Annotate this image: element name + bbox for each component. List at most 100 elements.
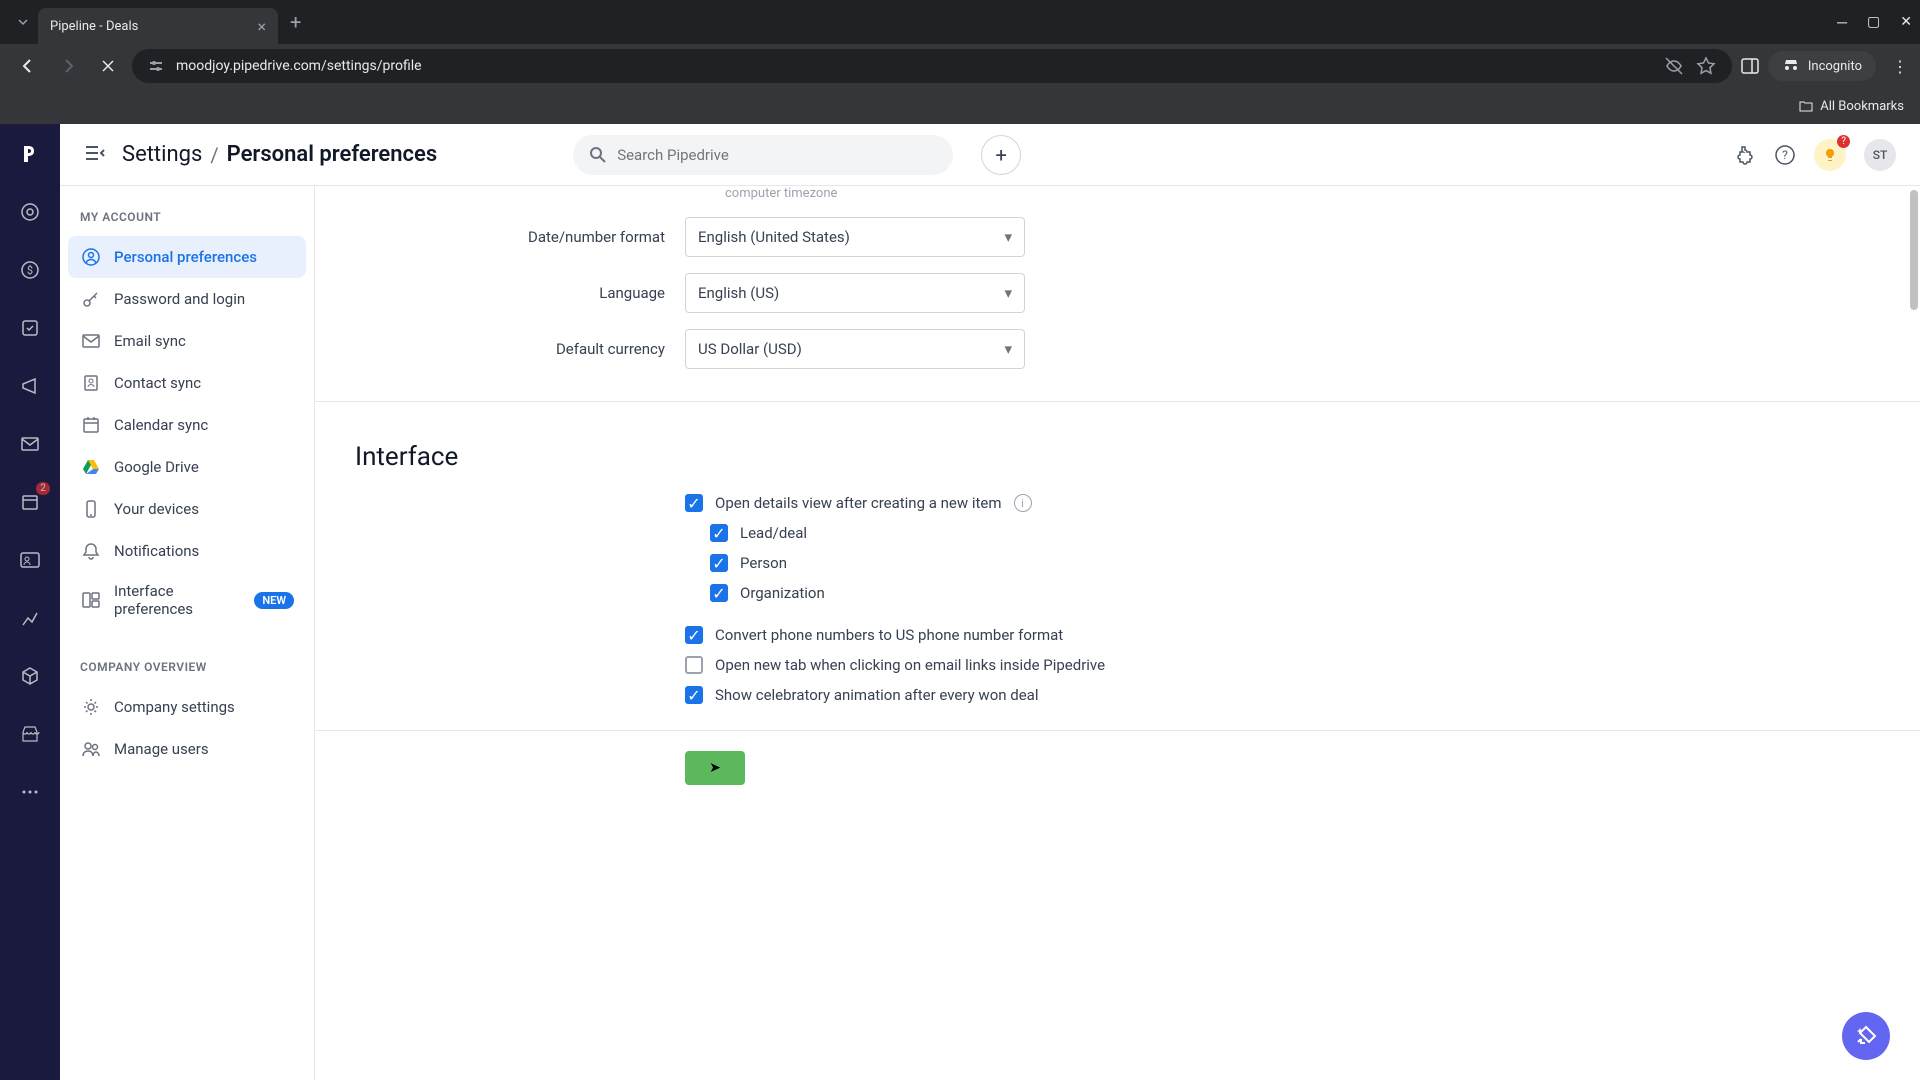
checkbox-label: Person — [740, 554, 787, 572]
maximize-icon[interactable]: ▢ — [1867, 14, 1880, 31]
add-button[interactable]: + — [981, 135, 1021, 175]
new-badge: NEW — [254, 592, 294, 609]
checkbox-label: Convert phone numbers to US phone number… — [715, 626, 1063, 644]
bell-icon — [80, 540, 102, 562]
checkbox-label: Show celebratory animation after every w… — [715, 686, 1038, 704]
bookmark-star-icon[interactable] — [1696, 56, 1716, 76]
icon-rail: $ 2 — [0, 124, 60, 1080]
content-panel: computer timezone Date/number format Eng… — [315, 186, 1920, 1080]
stop-reload-button[interactable] — [92, 50, 124, 82]
breadcrumb: Settings / Personal preferences — [122, 142, 437, 167]
forward-button[interactable] — [52, 50, 84, 82]
sidebar-item-calendar-sync[interactable]: Calendar sync — [68, 404, 306, 446]
site-settings-icon[interactable] — [148, 58, 164, 74]
close-tab-icon[interactable]: × — [257, 17, 266, 36]
date-format-select[interactable]: English (United States) — [685, 217, 1025, 257]
url-text: moodjoy.pipedrive.com/settings/profile — [176, 58, 422, 74]
interface-section-title: Interface — [315, 426, 1920, 488]
help-fab[interactable] — [1842, 1012, 1890, 1060]
info-icon[interactable]: i — [1014, 494, 1032, 512]
close-window-icon[interactable]: ✕ — [1900, 14, 1912, 31]
eye-off-icon[interactable] — [1664, 56, 1684, 76]
rail-insights-icon[interactable] — [12, 600, 48, 636]
folder-icon — [1798, 98, 1814, 114]
layout-icon — [80, 589, 102, 611]
incognito-indicator[interactable]: Incognito — [1768, 51, 1876, 81]
checkbox-person[interactable]: ✓ — [710, 554, 728, 572]
google-drive-icon — [80, 456, 102, 478]
phone-icon — [80, 498, 102, 520]
person-circle-icon — [80, 246, 102, 268]
browser-menu-icon[interactable]: ⋮ — [1892, 57, 1908, 76]
checkbox-organization[interactable]: ✓ — [710, 584, 728, 602]
sidebar-item-contact-sync[interactable]: Contact sync — [68, 362, 306, 404]
sidebar-section-company: COMPANY OVERVIEW — [68, 660, 306, 686]
rail-marketplace-icon[interactable] — [12, 716, 48, 752]
checkbox-celebratory[interactable]: ✓ — [685, 686, 703, 704]
timezone-hint: computer timezone — [685, 186, 1920, 209]
sidebar-item-label: Manage users — [114, 740, 294, 758]
checkbox-lead-deal[interactable]: ✓ — [710, 524, 728, 542]
sidebar-item-label: Your devices — [114, 500, 294, 518]
sidebar-section-account: MY ACCOUNT — [68, 210, 306, 236]
language-select[interactable]: English (US) — [685, 273, 1025, 313]
cursor-icon: ➤ — [709, 760, 721, 776]
checkbox-label: Lead/deal — [740, 524, 807, 542]
user-avatar[interactable]: ST — [1864, 139, 1896, 171]
checkbox-open-details[interactable]: ✓ — [685, 494, 703, 512]
rail-products-icon[interactable] — [12, 658, 48, 694]
breadcrumb-current: Personal preferences — [227, 142, 438, 167]
side-panel-icon[interactable] — [1740, 56, 1760, 76]
currency-label: Default currency — [355, 340, 665, 358]
rail-more-icon[interactable] — [12, 774, 48, 810]
sidebar-item-manage-users[interactable]: Manage users — [68, 728, 306, 770]
browser-tab[interactable]: Pipeline - Deals × — [38, 8, 278, 44]
sidebar-item-notifications[interactable]: Notifications — [68, 530, 306, 572]
rail-projects-icon[interactable] — [12, 310, 48, 346]
sidebar-item-devices[interactable]: Your devices — [68, 488, 306, 530]
rail-badge: 2 — [36, 482, 50, 495]
checkbox-convert-phone[interactable]: ✓ — [685, 626, 703, 644]
rail-mail-icon[interactable] — [12, 426, 48, 462]
rail-deals-icon[interactable]: $ — [12, 252, 48, 288]
tab-search-dropdown[interactable] — [8, 7, 38, 37]
scrollbar-thumb[interactable] — [1910, 190, 1918, 310]
gear-icon — [80, 696, 102, 718]
sidebar-item-email-sync[interactable]: Email sync — [68, 320, 306, 362]
currency-select[interactable]: US Dollar (USD) — [685, 329, 1025, 369]
checkbox-label: Organization — [740, 584, 825, 602]
rail-campaigns-icon[interactable] — [12, 368, 48, 404]
new-tab-button[interactable]: + — [290, 10, 301, 34]
help-icon[interactable]: ? — [1774, 144, 1796, 166]
back-button[interactable] — [12, 50, 44, 82]
checkbox-open-new-tab[interactable] — [685, 656, 703, 674]
sidebar-item-label: Interface preferences — [114, 582, 242, 618]
rail-activities-icon[interactable]: 2 — [12, 484, 48, 520]
sidebar-item-password[interactable]: Password and login — [68, 278, 306, 320]
pipedrive-logo[interactable] — [12, 136, 48, 172]
url-bar[interactable]: moodjoy.pipedrive.com/settings/profile — [132, 49, 1732, 83]
scrollbar[interactable] — [1908, 186, 1920, 1080]
sales-assistant-icon[interactable]: ? — [1814, 139, 1846, 171]
sidebar-item-label: Personal preferences — [114, 248, 294, 266]
address-bar: moodjoy.pipedrive.com/settings/profile I… — [0, 44, 1920, 88]
collapse-sidebar-button[interactable] — [84, 144, 106, 166]
divider — [315, 401, 1920, 402]
rail-contacts-icon[interactable] — [12, 542, 48, 578]
sidebar-item-company-settings[interactable]: Company settings — [68, 686, 306, 728]
minimize-icon[interactable]: ─ — [1837, 14, 1847, 31]
svg-text:?: ? — [1782, 148, 1788, 162]
all-bookmarks-button[interactable]: All Bookmarks — [1798, 98, 1904, 114]
save-button[interactable]: ➤ — [685, 751, 745, 785]
extension-icon[interactable] — [1734, 144, 1756, 166]
language-label: Language — [355, 284, 665, 302]
sidebar-item-interface-preferences[interactable]: Interface preferences NEW — [68, 572, 306, 628]
search-input[interactable] — [617, 146, 937, 164]
search-container[interactable] — [573, 135, 953, 175]
breadcrumb-parent[interactable]: Settings — [122, 142, 202, 167]
bookmarks-bar: All Bookmarks — [0, 88, 1920, 124]
sidebar-item-google-drive[interactable]: Google Drive — [68, 446, 306, 488]
rail-leads-icon[interactable] — [12, 194, 48, 230]
sidebar-item-personal-preferences[interactable]: Personal preferences — [68, 236, 306, 278]
key-icon — [80, 288, 102, 310]
